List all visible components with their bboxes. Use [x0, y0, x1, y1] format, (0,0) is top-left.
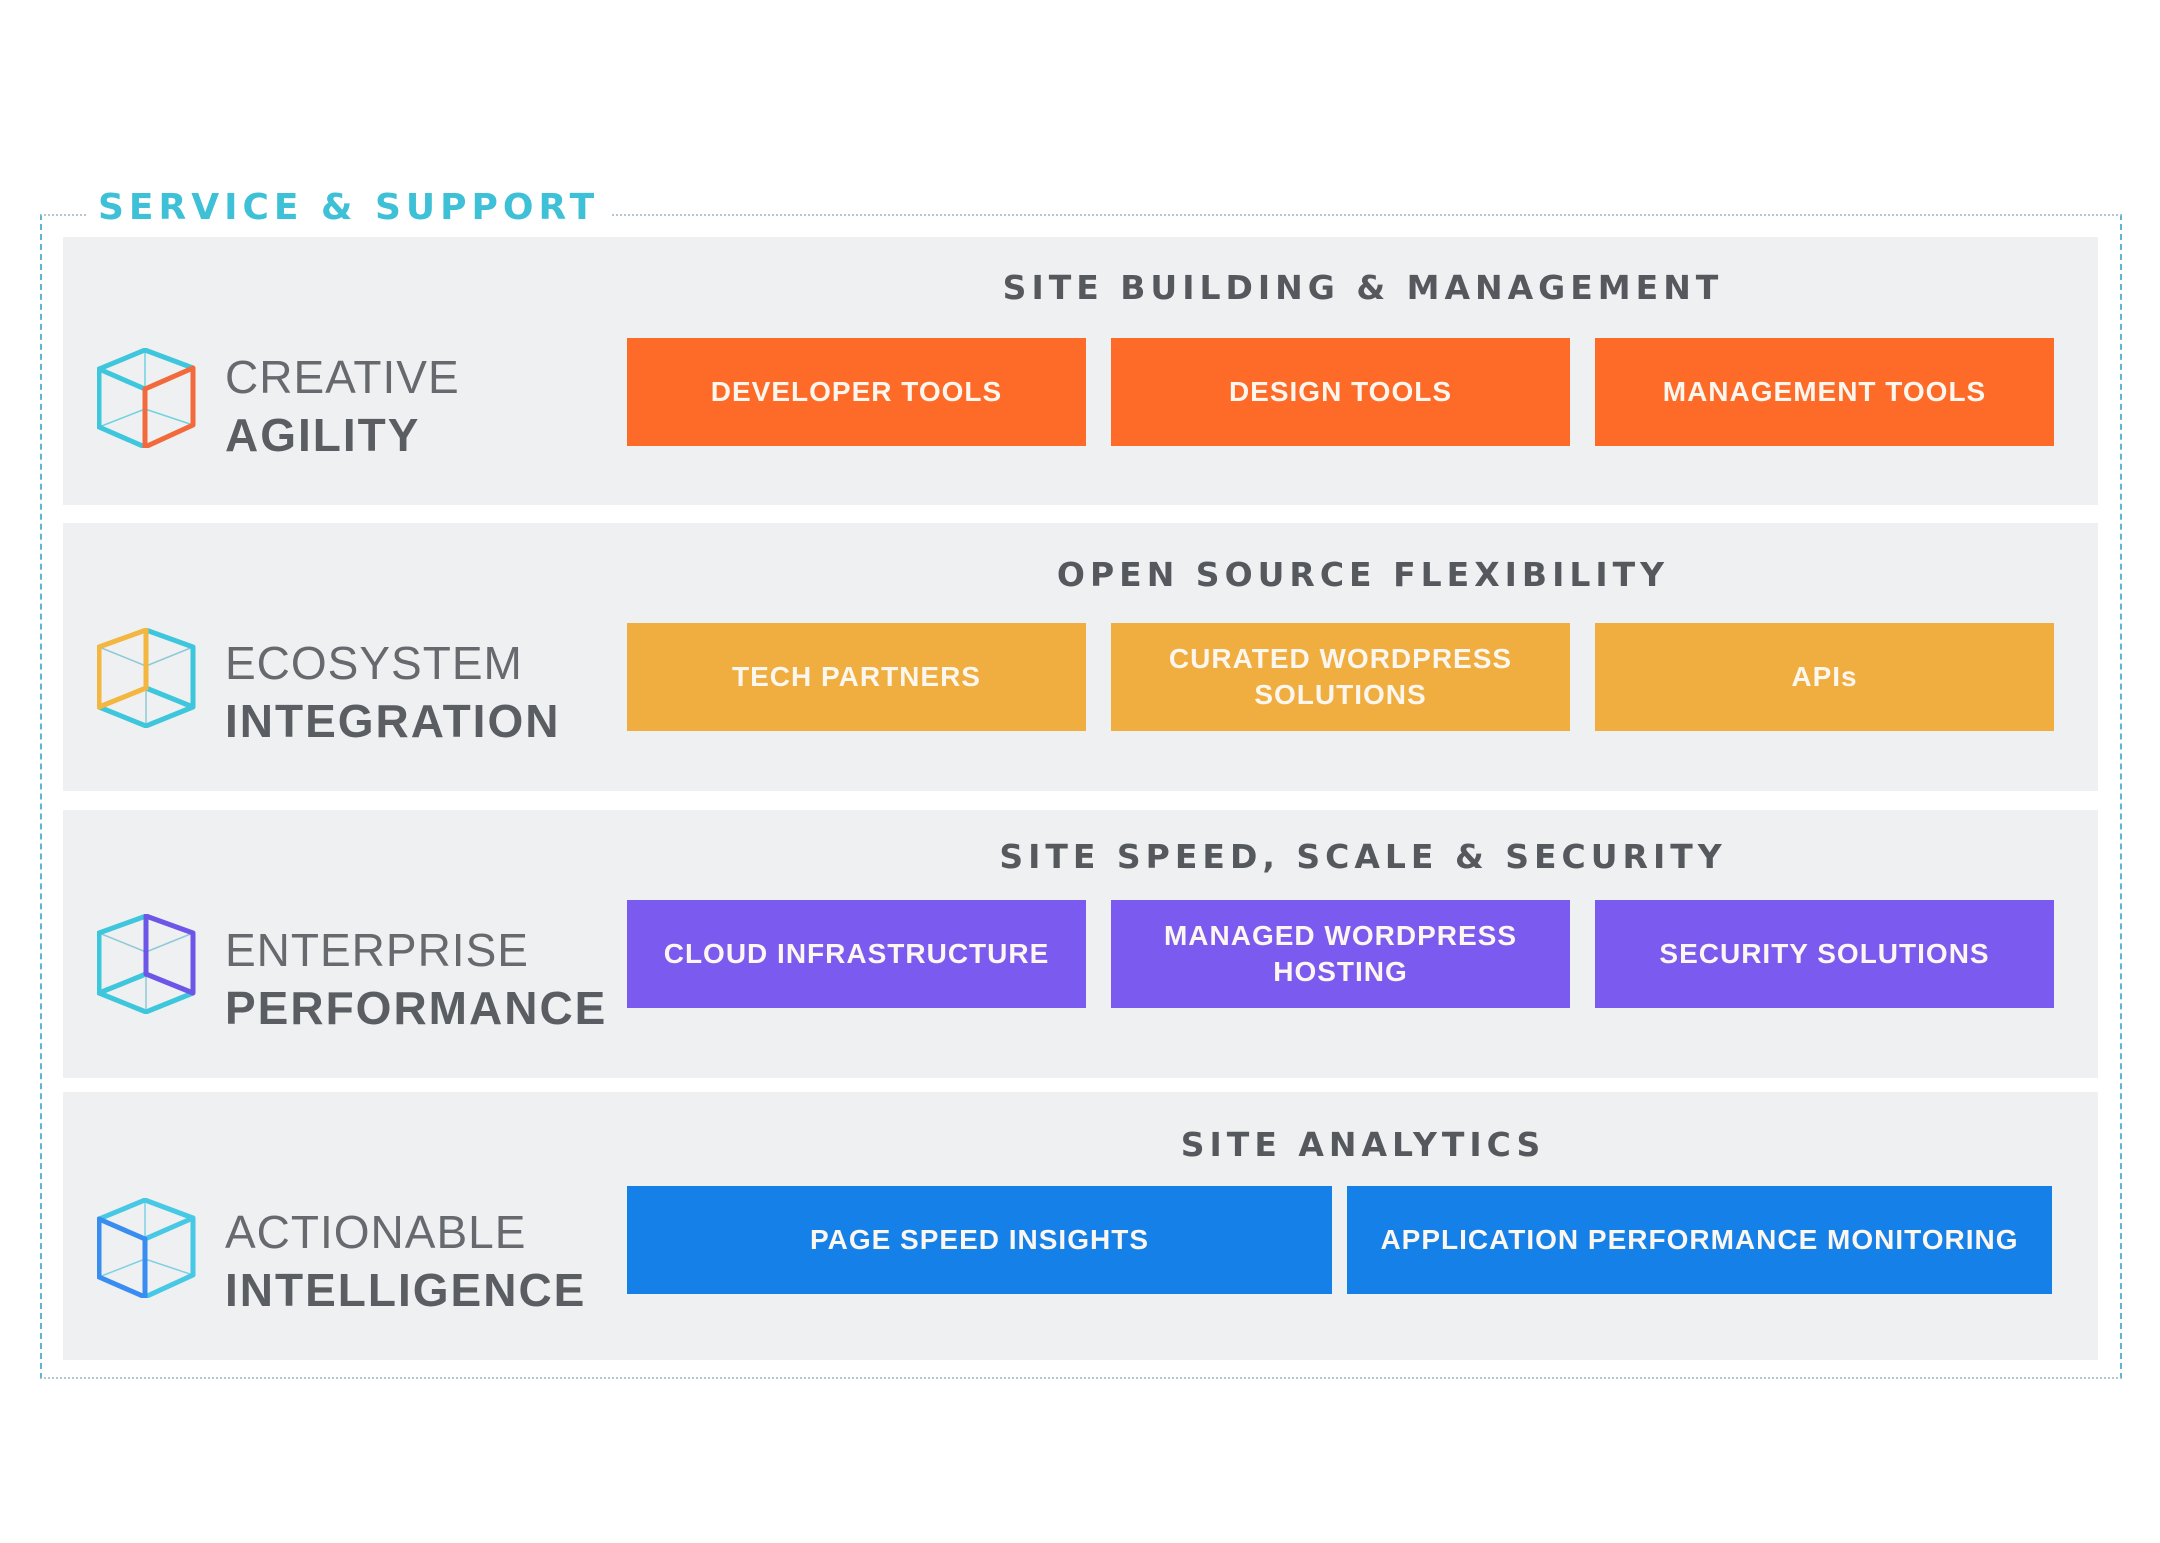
cloud-infrastructure-button[interactable]: CLOUD INFRASTRUCTURE	[627, 900, 1086, 1008]
row-label-bold: PERFORMANCE	[225, 982, 608, 1034]
developer-tools-button[interactable]: DEVELOPER TOOLS	[627, 338, 1086, 446]
application-performance-monitoring-button[interactable]: APPLICATION PERFORMANCE MONITORING	[1347, 1186, 2052, 1294]
frame-title: SERVICE & SUPPORT	[86, 186, 612, 230]
button-row: DEVELOPER TOOLS DESIGN TOOLS MANAGEMENT …	[627, 338, 2055, 446]
design-tools-button[interactable]: DESIGN TOOLS	[1111, 338, 1570, 446]
row-label-bold: AGILITY	[225, 409, 421, 461]
curated-wordpress-solutions-button[interactable]: CURATED WORDPRESS SOLUTIONS	[1111, 623, 1570, 731]
row-label-bold: INTELLIGENCE	[225, 1264, 587, 1316]
row-label: ENTERPRISE PERFORMANCE	[225, 927, 607, 1031]
row-creative-agility: CREATIVE AGILITY SITE BUILDING & MANAGEM…	[63, 237, 2098, 505]
row-enterprise-performance: ENTERPRISE PERFORMANCE SITE SPEED, SCALE…	[63, 810, 2098, 1078]
page-speed-insights-button[interactable]: PAGE SPEED INSIGHTS	[627, 1186, 1332, 1294]
row-label-bold: INTEGRATION	[225, 695, 561, 747]
section-title: OPEN SOURCE FLEXIBILITY	[1056, 555, 1670, 594]
row-label-light: CREATIVE	[225, 351, 460, 403]
cube-icon	[97, 914, 196, 1014]
row-label-light: ACTIONABLE	[225, 1206, 527, 1258]
row-label-light: ENTERPRISE	[225, 924, 529, 976]
row-label: ECOSYSTEM INTEGRATION	[225, 640, 560, 744]
row-label: CREATIVE AGILITY	[225, 354, 460, 458]
row-actionable-intelligence: ACTIONABLE INTELLIGENCE SITE ANALYTICS P…	[63, 1092, 2098, 1360]
managed-wordpress-hosting-button[interactable]: MANAGED WORDPRESS HOSTING	[1111, 900, 1570, 1008]
cube-icon	[97, 1198, 196, 1298]
cube-icon	[97, 628, 196, 728]
tech-partners-button[interactable]: TECH PARTNERS	[627, 623, 1086, 731]
section-title: SITE SPEED, SCALE & SECURITY	[999, 837, 1727, 876]
apis-button[interactable]: APIs	[1595, 623, 2054, 731]
button-row: PAGE SPEED INSIGHTS APPLICATION PERFORMA…	[627, 1186, 2055, 1294]
row-label-light: ECOSYSTEM	[225, 637, 523, 689]
button-row: CLOUD INFRASTRUCTURE MANAGED WORDPRESS H…	[627, 900, 2055, 1008]
management-tools-button[interactable]: MANAGEMENT TOOLS	[1595, 338, 2054, 446]
cube-icon	[97, 348, 196, 448]
button-row: TECH PARTNERS CURATED WORDPRESS SOLUTION…	[627, 623, 2055, 731]
section-title: SITE BUILDING & MANAGEMENT	[1002, 268, 1724, 307]
row-label: ACTIONABLE INTELLIGENCE	[225, 1209, 586, 1313]
security-solutions-button[interactable]: SECURITY SOLUTIONS	[1595, 900, 2054, 1008]
section-title: SITE ANALYTICS	[1180, 1125, 1546, 1164]
row-ecosystem-integration: ECOSYSTEM INTEGRATION OPEN SOURCE FLEXIB…	[63, 523, 2098, 791]
